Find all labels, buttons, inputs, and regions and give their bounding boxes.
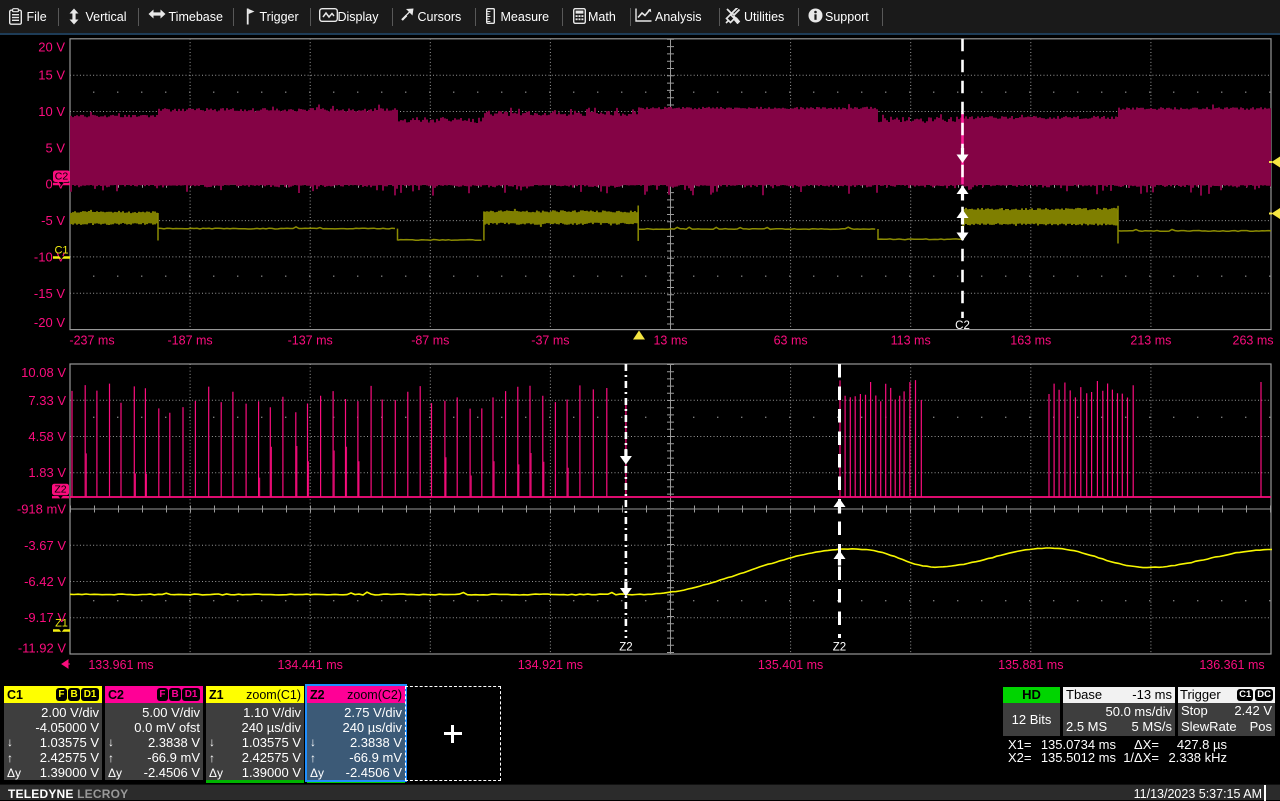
svg-text:Z2: Z2 bbox=[833, 642, 846, 654]
svg-text:5 V: 5 V bbox=[45, 140, 65, 155]
svg-text:Z1: Z1 bbox=[55, 618, 68, 630]
svg-text:136.361 ms: 136.361 ms bbox=[1199, 658, 1264, 672]
svg-text:263 ms: 263 ms bbox=[1233, 334, 1274, 348]
svg-text:1.83 V: 1.83 V bbox=[28, 465, 66, 480]
svg-text:-6.42 V: -6.42 V bbox=[24, 574, 66, 589]
svg-text:-137 ms: -137 ms bbox=[288, 334, 333, 348]
svg-text:7.33 V: 7.33 V bbox=[28, 393, 66, 408]
svg-text:Z2: Z2 bbox=[54, 484, 66, 496]
svg-text:Z2: Z2 bbox=[619, 642, 632, 654]
svg-text:4.58 V: 4.58 V bbox=[28, 429, 66, 444]
svg-text:10 V: 10 V bbox=[38, 104, 65, 119]
svg-text:-37 ms: -37 ms bbox=[531, 334, 569, 348]
svg-text:-15 V: -15 V bbox=[34, 286, 65, 301]
svg-text:20 V: 20 V bbox=[38, 39, 65, 54]
svg-text:-918 mV: -918 mV bbox=[17, 502, 66, 517]
svg-text:135.881 ms: 135.881 ms bbox=[998, 658, 1063, 672]
svg-text:-11.92 V: -11.92 V bbox=[18, 641, 67, 656]
svg-text:63 ms: 63 ms bbox=[774, 334, 808, 348]
svg-text:113 ms: 113 ms bbox=[891, 334, 931, 348]
svg-text:134.921 ms: 134.921 ms bbox=[518, 658, 583, 672]
svg-text:C2: C2 bbox=[955, 320, 970, 332]
svg-text:-20 V: -20 V bbox=[34, 315, 65, 330]
svg-text:-237 ms: -237 ms bbox=[69, 334, 114, 348]
svg-text:163 ms: 163 ms bbox=[1010, 334, 1051, 348]
svg-text:-187 ms: -187 ms bbox=[168, 334, 213, 348]
svg-text:13 ms: 13 ms bbox=[653, 334, 687, 348]
svg-text:-5 V: -5 V bbox=[41, 213, 65, 228]
svg-text:15 V: 15 V bbox=[38, 68, 65, 83]
svg-text:-87 ms: -87 ms bbox=[411, 334, 449, 348]
svg-text:213 ms: 213 ms bbox=[1130, 334, 1171, 348]
svg-text:-3.67 V: -3.67 V bbox=[24, 538, 66, 553]
svg-text:134.441 ms: 134.441 ms bbox=[278, 658, 343, 672]
svg-text:C2: C2 bbox=[55, 171, 69, 183]
svg-text:C1: C1 bbox=[54, 245, 68, 257]
svg-text:135.401 ms: 135.401 ms bbox=[758, 658, 823, 672]
svg-text:133.961 ms: 133.961 ms bbox=[88, 658, 153, 672]
svg-text:10.08 V: 10.08 V bbox=[21, 365, 66, 380]
